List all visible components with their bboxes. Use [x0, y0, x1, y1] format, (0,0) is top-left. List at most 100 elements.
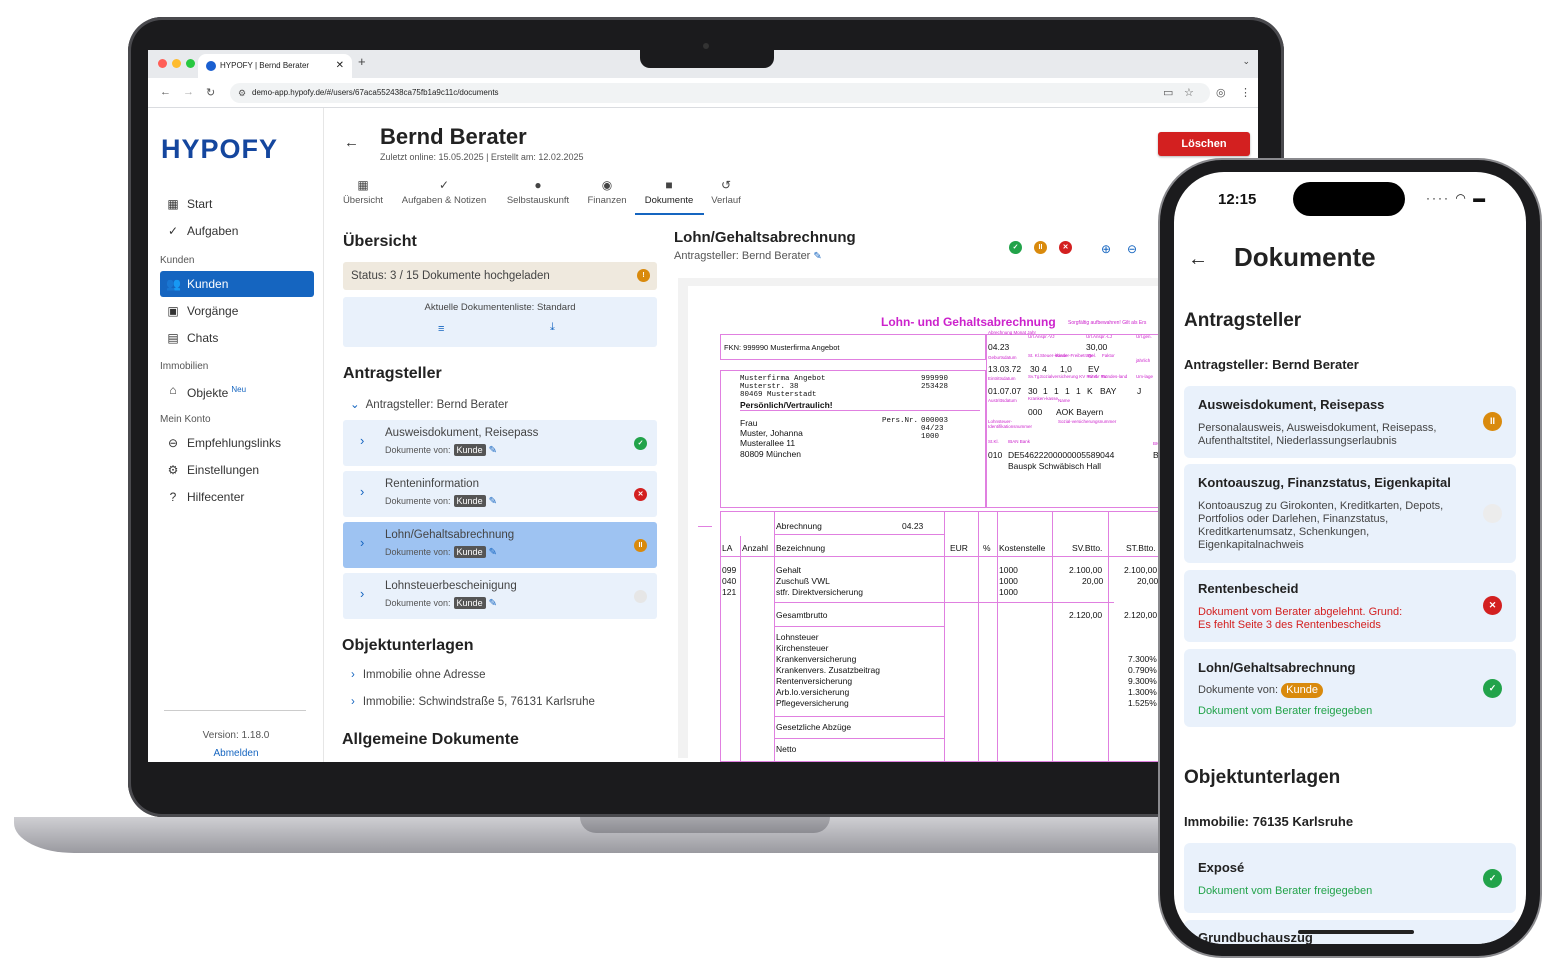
doc-label: St. Kl. — [1028, 353, 1041, 358]
doc-value: 01.07.07 — [988, 386, 1022, 396]
signal-icon: ···· — [1426, 191, 1450, 205]
pencil-icon[interactable]: ✎ — [489, 445, 497, 456]
chevron-down-icon[interactable]: ⌄ — [1242, 56, 1250, 67]
doc-deduction: Kirchensteuer — [776, 643, 829, 653]
forward-arrow-icon[interactable]: → — [183, 86, 194, 98]
new-tab-icon[interactable]: + — [358, 54, 366, 69]
object-item[interactable]: › Immobilie: Schwindstraße 5, 76131 Karls… — [351, 696, 595, 708]
download-icon[interactable]: ⤓ — [550, 321, 555, 334]
doc-label: Austrittsdatum — [988, 398, 1017, 403]
doc-deduction: Rentenversicherung — [776, 676, 853, 686]
zoom-out-icon[interactable]: ⊖ — [1127, 242, 1137, 256]
hypofy-logo[interactable]: HYPOFY — [161, 134, 278, 165]
doc-card-ausweis[interactable]: › Ausweisdokument, Reisepass Dokumente v… — [343, 420, 657, 466]
doc-value: 30 — [1028, 386, 1038, 396]
close-window-dot[interactable] — [158, 59, 167, 68]
doc-card-title: Renteninformation — [385, 478, 479, 490]
doc-col-header: LA — [722, 543, 733, 553]
doc-label: Um-lage — [1136, 374, 1154, 379]
phone-doc-title: Kontoauszug, Finanzstatus, Eigenkapital — [1198, 475, 1451, 490]
grid-icon: ▦ — [357, 178, 369, 192]
laptop-notch — [640, 48, 774, 68]
sidebar-item-aufgaben[interactable]: ✓ Aufgaben — [160, 218, 314, 244]
general-docs-title: Allgemeine Dokumente — [342, 731, 519, 748]
back-arrow-icon[interactable]: ← — [344, 134, 359, 151]
back-arrow-icon[interactable]: ← — [1188, 248, 1208, 271]
doc-col-line — [740, 536, 741, 762]
doc-label: St.Kl. — [988, 439, 999, 444]
empty-status-icon: · — [1483, 504, 1502, 523]
bookmark-star-icon[interactable]: ☆ — [1184, 86, 1194, 99]
minimize-window-dot[interactable] — [172, 59, 181, 68]
browser-tab[interactable]: HYPOFY | Bernd Berater ✕ — [198, 54, 352, 78]
profile-icon[interactable]: ◎ — [1216, 86, 1226, 99]
doc-value: EV — [1088, 364, 1100, 374]
reload-icon[interactable]: ↻ — [206, 86, 215, 99]
phone-doc-card-ausweis[interactable]: Ausweisdokument, Reisepass Personalauswe… — [1184, 386, 1516, 458]
doc-card-renteninformation[interactable]: › Renteninformation Dokumente von: Kunde ✎… — [343, 471, 657, 517]
doc-card-lohnsteuer[interactable]: › Lohnsteuerbescheinigung Dokumente von:… — [343, 573, 657, 619]
phone-doc-card-expose[interactable]: Exposé Dokument vom Berater freigegeben … — [1184, 843, 1516, 913]
doc-persnr: 04/23 — [921, 425, 944, 433]
chevron-down-icon: ⌄ — [350, 399, 360, 411]
doc-deduction: Krankenversicherung — [776, 654, 857, 664]
zoom-in-icon[interactable]: ⊕ — [1101, 242, 1111, 256]
close-tab-icon[interactable]: ✕ — [336, 54, 344, 78]
doc-la: 040 — [722, 576, 737, 586]
pause-button[interactable]: II — [1034, 241, 1047, 254]
doc-gesamt-st: 2.120,00 — [1124, 610, 1158, 620]
phone-approved-text: Dokument vom Berater freigegeben — [1198, 885, 1373, 897]
new-badge: Neu — [231, 385, 247, 394]
phone-doc-card-rentenbescheid[interactable]: Rentenbescheid Dokument vom Berater abge… — [1184, 570, 1516, 642]
back-arrow-icon[interactable]: ← — [160, 86, 171, 98]
pencil-icon[interactable]: ✎ — [489, 547, 497, 558]
doc-value: 1 — [1054, 386, 1059, 396]
tab-aufgaben-notizen[interactable]: ✓ Aufgaben & Notizen — [398, 178, 490, 206]
sidebar-item-hilfecenter[interactable]: ? Hilfecenter — [160, 484, 314, 510]
sidebar-item-chats[interactable]: ▤ Chats — [160, 325, 314, 351]
applicant-expander[interactable]: ⌄ Antragsteller: Bernd Berater — [350, 397, 508, 411]
tab-finanzen[interactable]: ◉ Finanzen — [584, 178, 630, 206]
maximize-window-dot[interactable] — [186, 59, 195, 68]
object-item[interactable]: › Immobilie ohne Adresse — [351, 669, 486, 681]
delete-button[interactable]: Löschen — [1158, 132, 1250, 156]
phone-doc-card-lohn[interactable]: Lohn/Gehaltsabrechnung Dokumente von: Ku… — [1184, 649, 1516, 727]
sidebar-item-einstellungen[interactable]: ⚙ Einstellungen — [160, 457, 314, 483]
edit-list-icon[interactable]: ≡ — [438, 323, 444, 335]
doc-value: AOK Bayern — [1056, 407, 1104, 417]
cast-icon[interactable]: ▭ — [1163, 86, 1173, 99]
tab-dokumente[interactable]: ■ Dokumente — [638, 178, 700, 206]
doc-col-line — [997, 511, 998, 762]
sidebar-item-start[interactable]: ▦ Start — [160, 191, 314, 217]
tab-selbstauskunft[interactable]: ● Selbstauskunft — [502, 178, 574, 206]
phone-approved-text: Dokument vom Berater freigegeben — [1198, 705, 1373, 717]
sidebar-item-kunden[interactable]: 👥 Kunden — [160, 271, 314, 297]
doc-card-lohn[interactable]: › Lohn/Gehaltsabrechnung Dokumente von: K… — [343, 522, 657, 568]
doc-persnr-label: Pers.Nr. — [882, 417, 919, 425]
pencil-icon[interactable]: ✎ — [489, 598, 497, 609]
preview-title: Lohn/Gehaltsabrechnung — [674, 229, 856, 246]
doc-abrechnung-date: 04.23 — [902, 521, 924, 531]
doc-sv: 20,00 — [1082, 576, 1104, 586]
help-icon: ? — [169, 490, 177, 504]
battery-icon: ▬ — [1473, 191, 1488, 205]
sidebar-item-vorgaenge[interactable]: ▣ Vorgänge — [160, 298, 314, 324]
pencil-icon[interactable]: ✎ — [813, 251, 821, 262]
reject-button[interactable]: ✕ — [1059, 241, 1072, 254]
kebab-menu-icon[interactable]: ⋮ — [1240, 86, 1251, 99]
doc-col-header: % — [983, 543, 991, 553]
phone-doc-card-kontoauszug[interactable]: Kontoauszug, Finanzstatus, Eigenkapital … — [1184, 464, 1516, 563]
phone-doc-title: Rentenbescheid — [1198, 581, 1299, 596]
pencil-icon[interactable]: ✎ — [489, 496, 497, 507]
doc-col-header: Kostenstelle — [999, 543, 1046, 553]
approve-button[interactable]: ✓ — [1009, 241, 1022, 254]
address-bar[interactable]: ⚙ demo-app.hypofy.de/#/users/67aca552438… — [230, 83, 1210, 103]
doc-bez: Zuschuß VWL — [776, 576, 830, 586]
sidebar-item-objekte[interactable]: ⌂ Objekte Neu — [160, 377, 314, 403]
sidebar-item-empfehlungslinks[interactable]: ⊖ Empfehlungslinks — [160, 430, 314, 456]
tab-uebersicht[interactable]: ▦ Übersicht — [340, 178, 386, 206]
site-settings-icon[interactable]: ⚙ — [238, 83, 246, 103]
logout-link[interactable]: Abmelden — [148, 748, 324, 759]
tab-verlauf[interactable]: ↺ Verlauf — [708, 178, 744, 206]
doc-recipient: Muster, Johanna — [740, 428, 803, 438]
